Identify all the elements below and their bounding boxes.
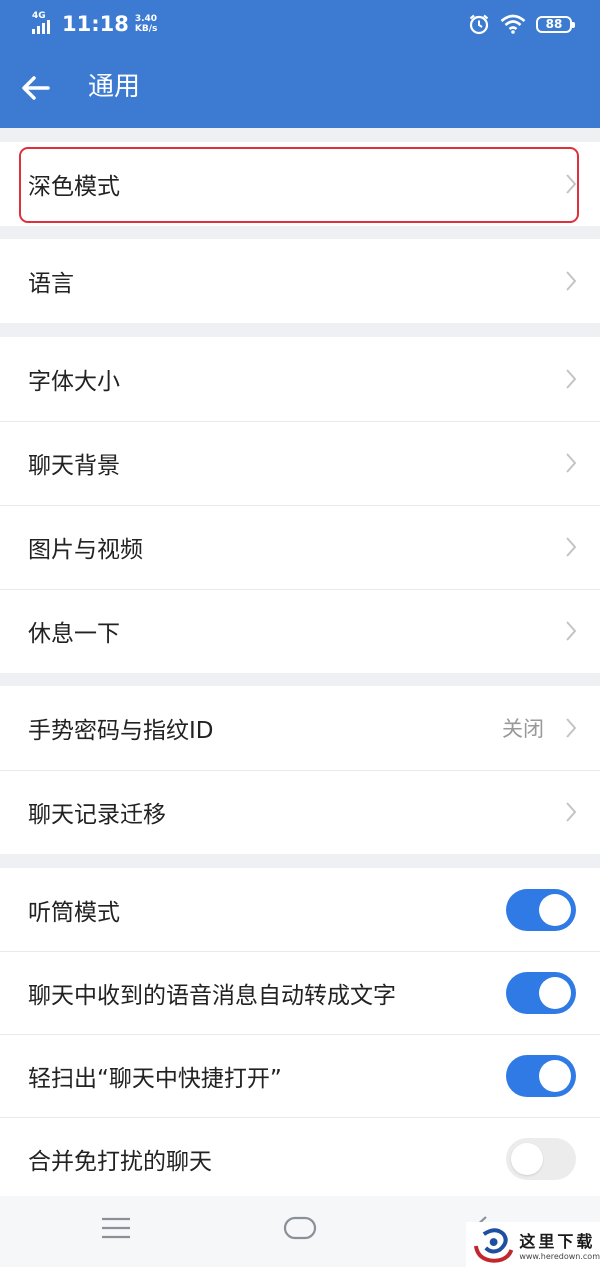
app-bar: 通用 bbox=[0, 48, 600, 128]
home-icon[interactable] bbox=[283, 1214, 317, 1242]
page-title: 通用 bbox=[88, 72, 141, 102]
setting-label: 听筒模式 bbox=[28, 899, 120, 926]
setting-label: 休息一下 bbox=[28, 621, 120, 647]
setting-label: 语言 bbox=[28, 271, 74, 297]
setting-label: 图片与视频 bbox=[28, 537, 143, 563]
chevron-right-icon bbox=[566, 802, 577, 822]
toggle-knob bbox=[539, 1059, 571, 1092]
chevron-right-icon bbox=[566, 453, 577, 473]
setting-label: 聊天中收到的语音消息自动转成文字 bbox=[28, 982, 396, 1009]
setting-swipe-quick-open: 轻扫出“聊天中快捷打开” bbox=[0, 1034, 600, 1117]
speed-value: 3.40 bbox=[134, 14, 158, 24]
settings-group-security: 手势密码与指纹ID 关闭 聊天记录迁移 bbox=[0, 686, 600, 854]
chevron-right-icon bbox=[566, 369, 577, 389]
setting-label: 字体大小 bbox=[28, 369, 120, 395]
speed-unit: KB/s bbox=[134, 24, 158, 34]
wifi-icon bbox=[500, 14, 526, 34]
setting-label: 深色模式 bbox=[28, 174, 120, 200]
setting-label: 聊天背景 bbox=[28, 453, 120, 479]
chevron-right-icon bbox=[566, 271, 577, 291]
alarm-icon bbox=[469, 14, 489, 35]
settings-group-language: 语言 bbox=[0, 239, 600, 323]
setting-language[interactable]: 语言 bbox=[0, 239, 600, 323]
chevron-right-icon bbox=[566, 621, 577, 641]
merge-muted-chats-toggle[interactable] bbox=[506, 1137, 576, 1180]
chevron-right-icon bbox=[566, 174, 577, 194]
setting-value: 关闭 bbox=[502, 717, 544, 741]
setting-earpiece-mode: 听筒模式 bbox=[0, 868, 600, 951]
setting-voice-to-text: 聊天中收到的语音消息自动转成文字 bbox=[0, 951, 600, 1034]
chevron-right-icon bbox=[566, 537, 577, 557]
network-speed: 3.40 KB/s bbox=[135, 14, 157, 34]
toggle-knob bbox=[539, 976, 571, 1009]
arrow-left-icon[interactable] bbox=[18, 70, 54, 106]
setting-font-size[interactable]: 字体大小 bbox=[0, 337, 600, 421]
status-bar: 4G 11:18 3.40 KB/s 88 bbox=[0, 0, 600, 48]
earpiece-mode-toggle[interactable] bbox=[506, 888, 576, 931]
watermark: 这里下载 www.heredown.com bbox=[466, 1222, 600, 1267]
setting-gesture-password[interactable]: 手势密码与指纹ID 关闭 bbox=[0, 686, 600, 770]
chevron-right-icon bbox=[566, 718, 577, 738]
setting-chat-background[interactable]: 聊天背景 bbox=[0, 421, 600, 505]
swipe-quick-open-toggle[interactable] bbox=[506, 1054, 576, 1097]
voice-to-text-toggle[interactable] bbox=[506, 971, 576, 1014]
toggle-knob bbox=[511, 1142, 543, 1175]
watermark-url: www.heredown.com bbox=[519, 1252, 600, 1261]
settings-group-toggles: 听筒模式 聊天中收到的语音消息自动转成文字 轻扫出“聊天中快捷打开” 合并免打扰… bbox=[0, 868, 600, 1200]
settings-group-dark-mode: 深色模式 bbox=[0, 142, 600, 226]
status-time: 11:18 bbox=[62, 12, 129, 36]
setting-label: 聊天记录迁移 bbox=[28, 802, 166, 828]
battery-level: 88 bbox=[545, 17, 563, 31]
settings-group-display: 字体大小 聊天背景 图片与视频 休息一下 bbox=[0, 337, 600, 673]
watermark-text: 这里下载 bbox=[519, 1232, 596, 1251]
setting-label: 手势密码与指纹ID bbox=[28, 718, 214, 744]
setting-take-a-break[interactable]: 休息一下 bbox=[0, 589, 600, 673]
setting-merge-muted-chats: 合并免打扰的聊天 bbox=[0, 1117, 600, 1200]
battery-icon: 88 bbox=[536, 15, 575, 33]
menu-icon[interactable] bbox=[100, 1216, 132, 1240]
toggle-knob bbox=[539, 893, 571, 926]
setting-photos-videos[interactable]: 图片与视频 bbox=[0, 505, 600, 589]
setting-label: 合并免打扰的聊天 bbox=[28, 1148, 212, 1175]
setting-chat-history-migration[interactable]: 聊天记录迁移 bbox=[0, 770, 600, 854]
setting-dark-mode[interactable]: 深色模式 bbox=[0, 142, 600, 226]
watermark-logo-icon bbox=[473, 1227, 514, 1263]
cellular-signal-icon: 4G bbox=[32, 11, 56, 36]
setting-label: 轻扫出“聊天中快捷打开” bbox=[28, 1065, 282, 1092]
